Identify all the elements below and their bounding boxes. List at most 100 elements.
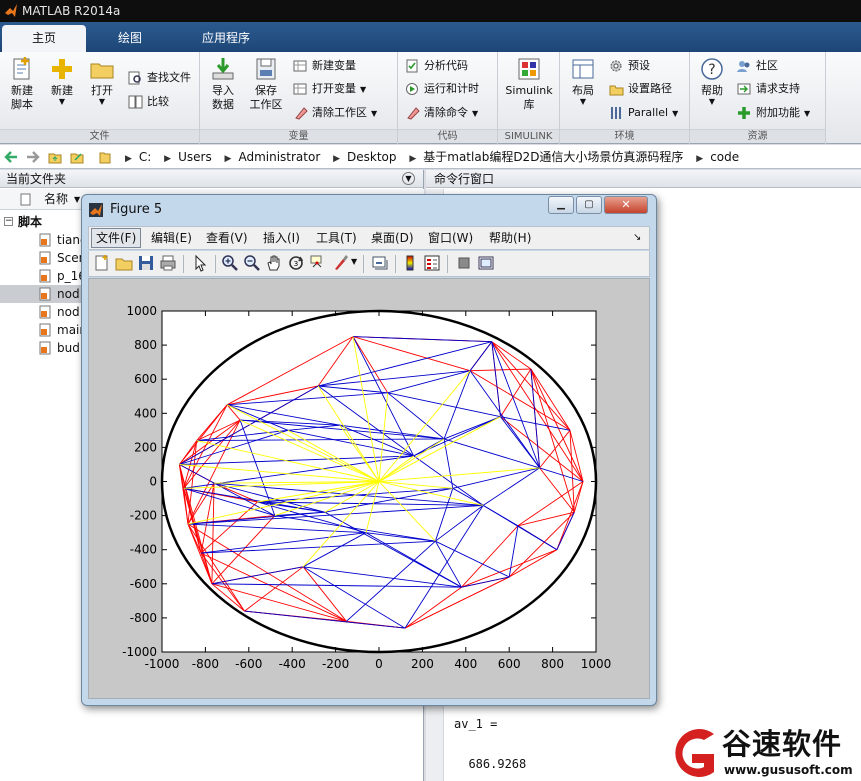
menu-file[interactable]: 文件(F) bbox=[91, 228, 142, 248]
tab-apps[interactable]: 应用程序 bbox=[174, 25, 278, 52]
breadcrumb-drive[interactable]: C: bbox=[139, 150, 151, 164]
sort-chevron-icon[interactable]: ▼ bbox=[74, 189, 80, 210]
brush-dropdown-icon[interactable]: ▼ bbox=[351, 257, 357, 266]
new-button[interactable]: 新建 ▼ bbox=[44, 55, 80, 106]
menu-dock-arrow-icon[interactable]: ↘ bbox=[633, 227, 641, 249]
breadcrumb-users[interactable]: Users bbox=[178, 150, 212, 164]
close-button[interactable]: ✕ bbox=[604, 196, 648, 214]
tab-plots[interactable]: 绘图 bbox=[88, 25, 172, 52]
collapse-minus-icon[interactable]: − bbox=[4, 217, 13, 226]
breadcrumb-separator-icon: ▶ bbox=[224, 154, 232, 164]
new-variable-button[interactable]: 新建变量 bbox=[292, 56, 356, 76]
figure-menubar: 文件(F) 编辑(E) 查看(V) 插入(I) 工具(T) 桌面(D) 窗口(W… bbox=[88, 226, 650, 250]
breadcrumb-desktop[interactable]: Desktop bbox=[347, 150, 397, 164]
insert-colorbar-icon[interactable] bbox=[401, 254, 419, 272]
new-script-icon bbox=[13, 57, 30, 80]
tab-home[interactable]: 主页 bbox=[2, 25, 86, 52]
new-script-button[interactable]: 新建 脚本 bbox=[4, 55, 40, 112]
run-and-time-button[interactable]: 运行和计时 bbox=[404, 79, 479, 99]
matlab-script-file-icon bbox=[39, 251, 51, 265]
print-figure-icon[interactable] bbox=[159, 254, 177, 272]
folder-open-icon bbox=[90, 63, 114, 79]
ribbon-group-resources: ? 帮助 ▼ 社区 请求支持 附加功能 ▼ 资源 bbox=[690, 52, 826, 144]
show-plot-tools-icon[interactable] bbox=[477, 254, 495, 272]
back-arrow-icon[interactable] bbox=[4, 150, 18, 164]
ribbon-group-code: 分析代码 运行和计时 清除命令 ▼ 代码 bbox=[398, 52, 498, 144]
menu-tools[interactable]: 工具(T) bbox=[312, 227, 361, 249]
command-window-output[interactable]: av_1 = 686.9268 bbox=[454, 714, 526, 774]
pan-hand-icon[interactable] bbox=[265, 254, 283, 272]
matlab-script-file-icon bbox=[39, 269, 51, 283]
y-tick-label: -200 bbox=[130, 509, 157, 523]
new-figure-icon[interactable] bbox=[93, 254, 111, 272]
svg-text:3: 3 bbox=[294, 260, 298, 268]
insert-legend-icon[interactable] bbox=[423, 254, 441, 272]
menu-window[interactable]: 窗口(W) bbox=[424, 227, 477, 249]
ribbon-group-variable: 导入 数据 保存 工作区 新建变量 打开变量 ▼ 清除工作区 ▼ 变量 bbox=[200, 52, 398, 144]
open-variable-button[interactable]: 打开变量 ▼ bbox=[292, 79, 366, 99]
chevron-down-icon: ▼ bbox=[672, 109, 679, 118]
up-folder-icon[interactable] bbox=[48, 150, 62, 164]
open-button[interactable]: 打开 ▼ bbox=[84, 55, 120, 106]
menu-edit[interactable]: 编辑(E) bbox=[147, 227, 196, 249]
matlab-logo-icon bbox=[5, 4, 17, 17]
zoom-in-icon[interactable] bbox=[221, 254, 239, 272]
breadcrumb-code[interactable]: code bbox=[710, 150, 739, 164]
breadcrumb-project[interactable]: 基于matlab编程D2D通信大小场景仿真源码程序 bbox=[423, 150, 683, 164]
matlab-script-file-icon bbox=[39, 341, 51, 355]
save-workspace-button[interactable]: 保存 工作区 bbox=[246, 55, 286, 112]
chevron-down-icon: ▼ bbox=[804, 109, 811, 118]
preferences-button[interactable]: 预设 bbox=[608, 56, 650, 76]
clear-commands-button[interactable]: 清除命令 ▼ bbox=[404, 103, 478, 123]
zoom-out-icon[interactable] bbox=[243, 254, 261, 272]
save-workspace-icon bbox=[256, 58, 276, 80]
matlab-logo-icon bbox=[89, 203, 103, 217]
panel-menu-icon[interactable]: ▼ bbox=[402, 172, 415, 185]
layout-icon bbox=[572, 59, 594, 79]
name-column-header[interactable]: 名称 bbox=[44, 189, 68, 210]
x-tick-label: 600 bbox=[498, 657, 521, 671]
set-path-button[interactable]: 设置路径 bbox=[608, 79, 672, 99]
clear-workspace-button[interactable]: 清除工作区 ▼ bbox=[292, 103, 377, 123]
minimize-button[interactable]: ▁ bbox=[548, 196, 574, 214]
command-output-line: 686.9268 bbox=[454, 757, 527, 771]
rotate-3d-icon[interactable]: 3 bbox=[287, 254, 305, 272]
edit-plot-pointer-icon[interactable] bbox=[191, 254, 209, 272]
hide-plot-tools-icon[interactable] bbox=[455, 254, 473, 272]
import-data-button[interactable]: 导入 数据 bbox=[204, 55, 242, 112]
figure-window[interactable]: Figure 5 ▁ ▢ ✕ 文件(F) 编辑(E) 查看(V) 插入(I) 工… bbox=[81, 194, 657, 706]
add-ons-button[interactable]: 附加功能 ▼ bbox=[736, 103, 810, 123]
breadcrumb-separator-icon: ▶ bbox=[333, 154, 341, 164]
breadcrumb-administrator[interactable]: Administrator bbox=[238, 150, 320, 164]
save-figure-icon[interactable] bbox=[137, 254, 155, 272]
open-file-icon[interactable] bbox=[115, 254, 133, 272]
menu-view[interactable]: 查看(V) bbox=[202, 227, 252, 249]
forward-arrow-icon[interactable] bbox=[26, 150, 40, 164]
maximize-button[interactable]: ▢ bbox=[576, 196, 602, 214]
link-plot-icon[interactable] bbox=[371, 254, 389, 272]
gear-icon bbox=[610, 60, 622, 72]
parallel-button[interactable]: Parallel ▼ bbox=[608, 103, 678, 123]
toolbar-separator bbox=[395, 255, 396, 273]
compare-button[interactable]: 比较 bbox=[127, 92, 169, 112]
y-tick-label: 200 bbox=[134, 440, 157, 454]
help-button[interactable]: ? 帮助 ▼ bbox=[694, 55, 730, 106]
group-label-variable: 变量 bbox=[200, 129, 397, 143]
data-cursor-icon[interactable] bbox=[309, 254, 327, 272]
plot-area[interactable]: -1000 -800 -600 -400 -200 0 200 400 600 800 1000 -1… bbox=[88, 278, 650, 699]
browse-folder-icon[interactable] bbox=[70, 150, 84, 164]
community-button[interactable]: 社区 bbox=[736, 56, 778, 76]
simulink-library-button[interactable]: Simulink 库 bbox=[502, 55, 556, 112]
network-plot-chart[interactable]: -1000 -800 -600 -400 -200 0 200 400 600 800 1000 -1… bbox=[89, 279, 649, 698]
find-files-button[interactable]: 查找文件 bbox=[127, 68, 191, 88]
y-tick-label: 0 bbox=[149, 475, 157, 489]
matlab-script-file-icon bbox=[39, 323, 51, 337]
menu-desktop[interactable]: 桌面(D) bbox=[367, 227, 418, 249]
layout-button[interactable]: 布局 ▼ bbox=[564, 55, 602, 106]
request-support-button[interactable]: 请求支持 bbox=[736, 79, 800, 99]
menu-insert[interactable]: 插入(I) bbox=[259, 227, 304, 249]
brush-icon[interactable] bbox=[331, 254, 349, 272]
menu-help[interactable]: 帮助(H) bbox=[485, 227, 535, 249]
analyze-code-button[interactable]: 分析代码 bbox=[404, 56, 468, 76]
x-tick-label: 200 bbox=[411, 657, 434, 671]
